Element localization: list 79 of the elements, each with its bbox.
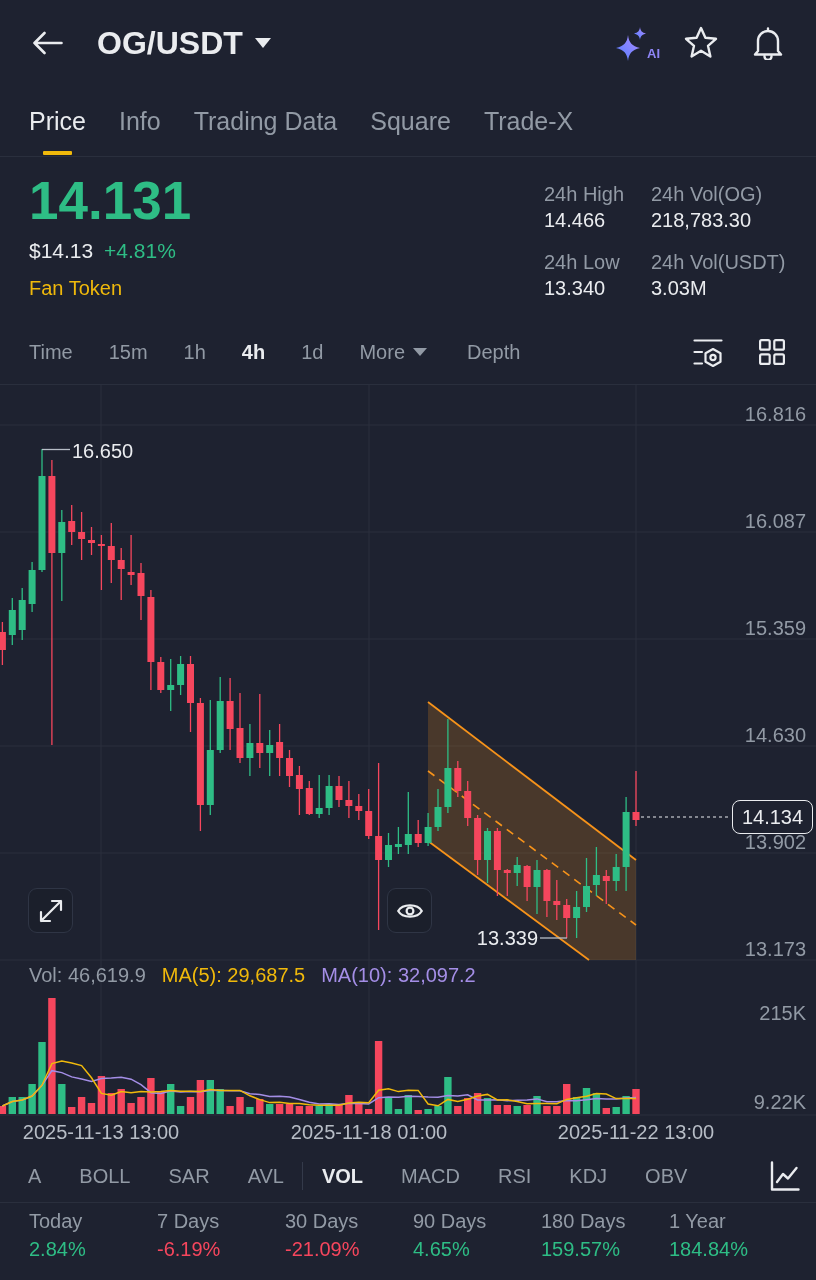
performance-value: -6.19% — [157, 1237, 222, 1262]
depth-view-tab[interactable]: Depth — [467, 339, 521, 365]
high-price-label: 16.650 — [72, 440, 134, 462]
interval-option[interactable]: 15m — [108, 339, 148, 365]
expand-icon — [38, 898, 63, 923]
sparkle-icon — [616, 26, 646, 61]
tab[interactable]: Square — [370, 107, 451, 155]
grid-layout-icon[interactable] — [759, 339, 785, 365]
time-axis-label: 2025-11-18 01:00 — [290, 1121, 448, 1143]
caret-icon — [413, 348, 428, 356]
star-icon[interactable] — [684, 26, 718, 59]
fiat-price: $14.13 — [29, 239, 94, 262]
performance-label: 7 Days — [157, 1209, 221, 1234]
interval-option[interactable]: 4h — [241, 339, 266, 365]
pair-selector[interactable]: OG/USDT — [97, 23, 271, 62]
indicator-tab[interactable]: SAR — [168, 1163, 210, 1189]
volume-legend-label: MA(5): 29,687.5 — [161, 963, 306, 988]
price-axis-label: 16.087 — [744, 510, 806, 532]
price-axis-label: 16.816 — [744, 403, 806, 425]
indicator-tab[interactable]: VOL — [321, 1163, 364, 1189]
token-tag: Fan Token — [29, 273, 192, 303]
stat-value: 13.340 — [544, 276, 607, 301]
performance-value: 159.57% — [541, 1237, 621, 1262]
performance-value: -21.09% — [285, 1237, 361, 1262]
expand-button[interactable] — [28, 888, 73, 933]
volume-legend-label: MA(10): 32,097.2 — [321, 963, 476, 988]
indicator-tab[interactable]: RSI — [497, 1163, 532, 1189]
chart-settings-icon[interactable] — [693, 337, 723, 367]
performance-label: 180 Days — [541, 1209, 627, 1234]
performance-label: 1 Year — [669, 1209, 727, 1234]
price-axis-label: 13.902 — [744, 831, 806, 853]
back-arrow-icon[interactable] — [33, 30, 63, 55]
performance-value: 4.65% — [413, 1237, 471, 1262]
indicator-tab[interactable]: OBV — [645, 1163, 688, 1189]
time-axis-label: 2025-11-13 13:00 — [22, 1121, 180, 1143]
price-axis-label: 14.630 — [744, 724, 806, 746]
stat-value: 14.466 — [544, 208, 607, 233]
bell-icon[interactable] — [752, 25, 784, 60]
line-chart-icon[interactable] — [770, 1161, 800, 1191]
stat-label: 24h Vol(OG) — [651, 182, 764, 207]
eye-icon — [396, 901, 423, 920]
interval-option[interactable]: Time — [29, 339, 73, 365]
caret-icon — [254, 37, 271, 48]
interval-option[interactable]: 1d — [301, 339, 324, 365]
volume-axis-label: 9.22K — [753, 1091, 806, 1113]
price-change: +4.81% — [104, 239, 176, 262]
performance-label: Today — [29, 1209, 84, 1234]
performance-label: 90 Days — [413, 1209, 488, 1234]
stat-label: 24h Vol(USDT) — [651, 250, 787, 275]
stat-value: 218,783.30 — [651, 208, 753, 233]
time-axis-label: 2025-11-22 13:00 — [557, 1121, 715, 1143]
more-dropdown[interactable]: More — [359, 339, 428, 365]
interval-option[interactable]: 1h — [183, 339, 206, 365]
low-price-leader — [539, 937, 568, 939]
last-price-tag: 14.134 — [732, 800, 813, 834]
low-price-label: 13.339 — [476, 927, 538, 949]
stat-label: 24h High — [544, 182, 626, 207]
tab[interactable]: Trade-X — [483, 107, 574, 155]
price-axis-label: 15.359 — [744, 617, 806, 639]
ai-assistant-button[interactable]: AI — [616, 24, 660, 61]
indicator-tab[interactable]: A — [28, 1163, 42, 1189]
tab[interactable]: Trading Data — [193, 107, 338, 155]
indicator-tab[interactable]: MACD — [401, 1163, 460, 1189]
tab[interactable]: Price — [29, 107, 86, 155]
visibility-button[interactable] — [387, 888, 432, 933]
volume-axis-label: 215K — [759, 1002, 806, 1024]
last-price: 14.131 — [29, 171, 192, 231]
performance-label: 30 Days — [285, 1209, 360, 1234]
indicator-tab[interactable]: KDJ — [569, 1163, 608, 1189]
stat-label: 24h Low — [544, 250, 621, 275]
indicator-tab[interactable]: AVL — [247, 1163, 284, 1189]
high-price-leader — [41, 448, 71, 451]
volume-legend-label: Vol: 46,619.9 — [29, 963, 146, 988]
performance-value: 2.84% — [29, 1237, 87, 1262]
tab[interactable]: Info — [118, 107, 161, 155]
stat-value: 3.03M — [651, 276, 708, 301]
performance-value: 184.84% — [669, 1237, 749, 1262]
price-axis-label: 13.173 — [744, 938, 806, 960]
indicator-tab[interactable]: BOLL — [79, 1163, 131, 1189]
